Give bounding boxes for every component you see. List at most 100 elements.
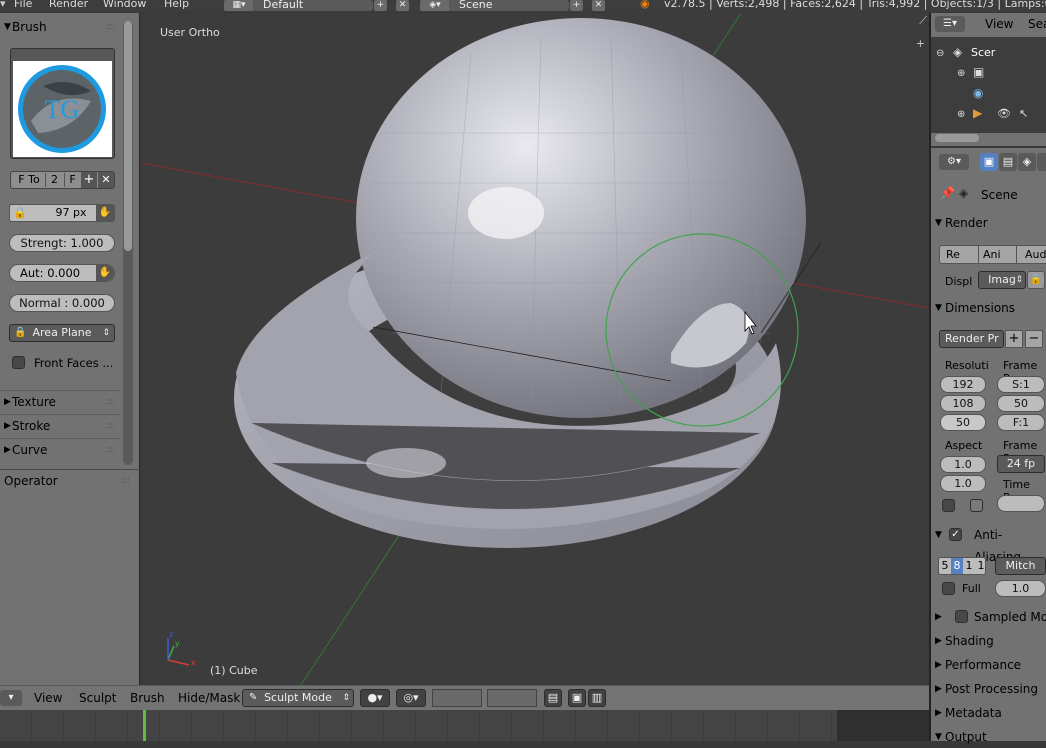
render-anim-icon[interactable]: ▥ [588,689,606,707]
motion-blur-checkbox[interactable] [955,610,968,623]
scene-tab-icon[interactable]: ◈ [1018,153,1036,171]
aspect-y-field[interactable]: 1.0 [940,475,986,492]
metadata-panel-header[interactable]: ▶ Metadata [931,702,1046,724]
outliner-menu-search[interactable]: Sea [1028,17,1046,31]
aa-sample-8[interactable]: 8 [951,558,963,574]
new-brush-icon[interactable]: + [81,172,97,188]
render-preset-dropdown[interactable]: Render Pr [939,330,1004,348]
world-tab-icon[interactable] [1037,153,1046,171]
viewport-canvas[interactable]: x y z [141,13,929,685]
time-remap-field[interactable] [997,495,1045,512]
menu-help[interactable]: Help [164,0,189,9]
scene-field[interactable]: Scene [449,0,569,11]
anti-aliasing-panel-header[interactable]: ▼ ✓ Anti-Aliasing [931,524,1046,564]
scene-icon[interactable]: ◈▾ [420,0,450,11]
viewport-shading-dropdown[interactable]: ●▾ [360,689,390,707]
screen-layout-icon[interactable]: ▦▾ [224,0,254,11]
fake-user-button[interactable]: F [64,173,80,187]
aa-sample-5[interactable]: 5 [939,558,951,574]
aa-sample-16[interactable]: 1 [975,558,987,574]
3d-viewport[interactable]: x y z User Ortho (1) Cube + ⟋ [141,13,929,685]
resolution-x-field[interactable]: 192 [940,376,986,393]
radius-field[interactable]: 🔒 97 px ✋ [9,204,115,222]
menu-brush[interactable]: Brush [130,691,165,705]
resolution-y-field[interactable]: 108 [940,395,986,412]
editor-type-icon[interactable]: ▾ [0,690,22,706]
output-panel-header[interactable]: ▼ Output [931,726,1046,748]
front-faces-checkbox[interactable] [12,356,25,369]
layers-grid-1[interactable] [432,689,482,707]
display-dropdown[interactable]: Imag ⇕ [978,271,1026,289]
pivot-dropdown[interactable]: ◎▾ [396,689,426,707]
lock-interface-icon[interactable]: 🔒 [1027,271,1045,289]
remove-preset-icon[interactable]: − [1025,330,1043,348]
add-scene-icon[interactable]: + [570,0,583,11]
drag-handle-icon[interactable]: :::: [106,16,115,38]
editor-type-icon[interactable]: ⚙▾ [939,154,969,170]
filter-size-field[interactable]: 1.0 [995,580,1046,597]
frame-step-field[interactable]: F:1 [997,414,1045,431]
mode-dropdown[interactable]: ✎ Sculpt Mode ⇕ [242,689,354,707]
pressure-icon[interactable]: ✋ [96,205,114,221]
render-layers-tab-icon[interactable]: ▤ [999,153,1017,171]
add-layout-icon[interactable]: + [374,0,387,11]
lock-camera-icon[interactable]: ▤ [544,689,562,707]
shading-panel-header[interactable]: ▶ Shading [931,630,1046,652]
autosmooth-pressure-icon[interactable]: ✋ [96,265,114,281]
menu-view[interactable]: View [34,691,62,705]
expand-icon[interactable]: ⊕ [957,68,965,79]
lock-icon[interactable]: 🔒 [13,206,27,219]
unlink-brush-icon[interactable]: ✕ [98,172,114,188]
border-checkbox[interactable] [942,499,955,512]
editor-type-icon[interactable]: ☰▾ [935,16,965,32]
remove-layout-icon[interactable]: ✕ [396,0,409,11]
pin-icon[interactable]: 📌 [940,186,955,200]
fps-dropdown[interactable]: 24 fp [997,455,1045,473]
anti-aliasing-checkbox[interactable]: ✓ [949,528,962,541]
expand-icon[interactable]: ⊕ [957,109,965,120]
full-sample-checkbox[interactable] [942,582,955,595]
outliner-scrollbar[interactable] [935,134,979,142]
performance-panel-header[interactable]: ▶ Performance [931,654,1046,676]
area-split-icon[interactable]: ⟋ [919,14,927,28]
selectable-arrow-icon[interactable]: ↖ [1019,107,1028,120]
sculpt-plane-dropdown[interactable]: 🔒 Area Plane ⇕ [9,324,115,342]
properties-toggle-icon[interactable]: + [916,37,925,50]
normal-weight-slider[interactable]: Normal : 0.000 [9,294,115,312]
resolution-percent-field[interactable]: 50 [940,414,986,431]
frame-start-field[interactable]: S:1 [997,376,1045,393]
current-frame-marker[interactable] [143,710,146,741]
autosmooth-field[interactable]: Aut: 0.000 ✋ [9,264,115,282]
render-audio-button[interactable]: Aud [1016,246,1046,263]
curve-panel-header[interactable]: ▶ Curve:::: [0,439,120,461]
drag-handle-icon[interactable]: :::: [106,415,115,437]
outliner-menu-view[interactable]: View [985,17,1013,31]
aa-filter-dropdown[interactable]: Mitch [995,557,1046,575]
menu-file[interactable]: File [14,0,32,9]
stroke-panel-header[interactable]: ▶ Stroke:::: [0,415,120,437]
scrollbar-thumb[interactable] [124,21,132,251]
collapse-icon[interactable]: ⊖ [936,48,944,59]
brush-preview[interactable]: TG [10,48,115,159]
aspect-x-field[interactable]: 1.0 [940,456,986,473]
menu-sculpt[interactable]: Sculpt [79,691,116,705]
crop-checkbox[interactable] [970,499,983,512]
texture-panel-header[interactable]: ▶ Texture:::: [0,391,120,413]
timeline[interactable] [0,710,929,741]
operator-panel-header[interactable]: Operator:::: [0,470,135,492]
render-still-button[interactable]: Re [946,246,960,263]
frame-end-field[interactable]: 50 [997,395,1045,412]
dimensions-panel-header[interactable]: ▼ Dimensions [931,297,1046,319]
tool-shelf-scrollbar[interactable] [123,21,133,465]
brush-name[interactable]: F To [14,173,44,187]
menu-hide-mask[interactable]: Hide/Mask [178,691,240,705]
remove-scene-icon[interactable]: ✕ [592,0,605,11]
layers-grid-2[interactable] [487,689,537,707]
brush-users[interactable]: 2 [45,173,63,187]
menu-render[interactable]: Render [49,0,88,9]
post-processing-panel-header[interactable]: ▶ Post Processing [931,678,1046,700]
drag-handle-icon[interactable]: :::: [106,391,115,413]
add-preset-icon[interactable]: + [1005,330,1023,348]
render-tab-icon[interactable]: ▣ [980,153,998,171]
drag-handle-icon[interactable]: :::: [121,470,130,492]
